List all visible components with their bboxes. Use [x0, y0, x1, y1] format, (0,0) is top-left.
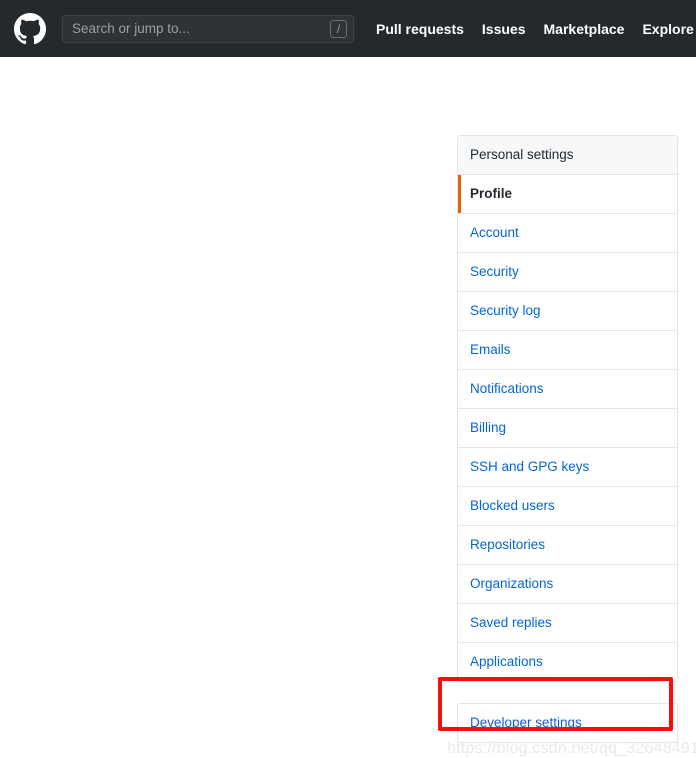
sidebar-item-security[interactable]: Security [458, 253, 677, 292]
sidebar-item-security-log[interactable]: Security log [458, 292, 677, 331]
sidebar-item-repositories[interactable]: Repositories [458, 526, 677, 565]
sidebar-item-emails[interactable]: Emails [458, 331, 677, 370]
nav-link-issues[interactable]: Issues [482, 21, 526, 37]
nav-link-explore[interactable]: Explore [642, 21, 693, 37]
sidebar-item-billing[interactable]: Billing [458, 409, 677, 448]
search-input[interactable] [62, 14, 354, 43]
search-box[interactable]: / [62, 14, 354, 43]
personal-settings-heading: Personal settings [458, 136, 677, 175]
sidebar-item-saved-replies[interactable]: Saved replies [458, 604, 677, 643]
github-logo-icon[interactable] [14, 12, 46, 45]
sidebar-item-notifications[interactable]: Notifications [458, 370, 677, 409]
sidebar-item-ssh-and-gpg-keys[interactable]: SSH and GPG keys [458, 448, 677, 487]
nav-link-pull-requests[interactable]: Pull requests [376, 21, 464, 37]
sidebar-item-account[interactable]: Account [458, 214, 677, 253]
settings-nav-panel: Personal settings Profile Account Securi… [457, 135, 678, 743]
search-shortcut-badge: / [330, 19, 347, 38]
sidebar-item-organizations[interactable]: Organizations [458, 565, 677, 604]
sidebar-item-developer-settings[interactable]: Developer settings [458, 704, 677, 742]
nav-link-marketplace[interactable]: Marketplace [544, 21, 625, 37]
watermark-text: https://blog.csdn.net/qq_32648491 [447, 740, 696, 757]
global-header: / Pull requests Issues Marketplace Explo… [0, 0, 696, 57]
developer-settings-group: Developer settings [457, 703, 678, 743]
page-body: Personal settings Profile Account Securi… [0, 57, 696, 757]
sidebar-item-profile[interactable]: Profile [458, 175, 677, 214]
header-nav: Pull requests Issues Marketplace Explore [376, 21, 694, 37]
personal-settings-group: Personal settings Profile Account Securi… [457, 135, 678, 682]
sidebar-item-applications[interactable]: Applications [458, 643, 677, 681]
sidebar-item-blocked-users[interactable]: Blocked users [458, 487, 677, 526]
